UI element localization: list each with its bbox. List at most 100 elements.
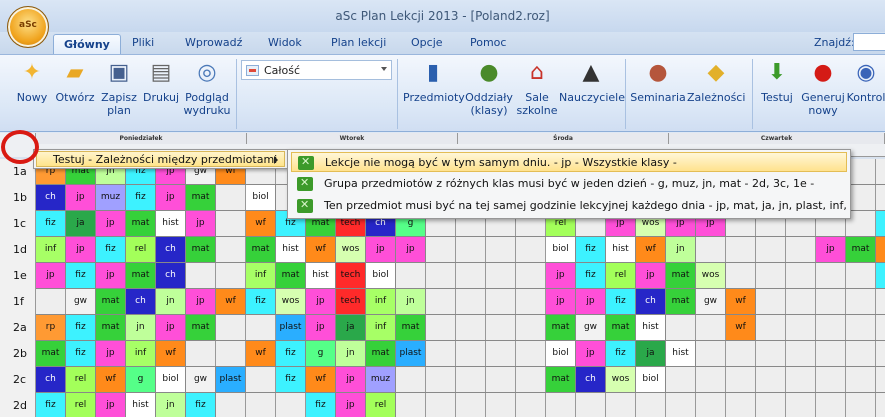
tab-widok[interactable]: Widok: [268, 36, 302, 49]
lesson-card[interactable]: mat: [396, 315, 426, 340]
tab-glowny[interactable]: Główny: [53, 34, 121, 55]
empty-slot[interactable]: [546, 393, 576, 417]
lesson-card[interactable]: inf: [366, 289, 396, 314]
lesson-card[interactable]: fiz: [606, 341, 636, 366]
empty-slot[interactable]: [516, 393, 546, 417]
empty-slot[interactable]: [486, 393, 516, 417]
empty-slot[interactable]: [726, 393, 756, 417]
lesson-card[interactable]: jp: [636, 263, 666, 288]
lesson-card[interactable]: inf: [126, 341, 156, 366]
lesson-card[interactable]: rel: [606, 263, 636, 288]
control-button[interactable]: ◉ Kontrol: [844, 57, 885, 104]
empty-slot[interactable]: [516, 315, 546, 340]
lesson-card[interactable]: fiz: [66, 341, 96, 366]
lesson-card[interactable]: jp: [576, 289, 606, 314]
empty-slot[interactable]: [816, 263, 846, 288]
application-orb-button[interactable]: aSc: [7, 6, 49, 48]
lesson-card[interactable]: g: [126, 367, 156, 392]
test-button[interactable]: ⬇ Testuj: [756, 57, 798, 104]
empty-slot[interactable]: [696, 315, 726, 340]
empty-slot[interactable]: [426, 237, 456, 262]
empty-slot[interactable]: [726, 237, 756, 262]
empty-slot[interactable]: [516, 237, 546, 262]
lesson-card[interactable]: jp: [96, 393, 126, 417]
lesson-card[interactable]: fiz: [606, 289, 636, 314]
lesson-card[interactable]: wf: [306, 237, 336, 262]
lesson-card[interactable]: jp: [336, 367, 366, 392]
empty-slot[interactable]: [216, 393, 246, 417]
empty-slot[interactable]: [486, 367, 516, 392]
lesson-card[interactable]: jp: [156, 185, 186, 210]
lesson-card[interactable]: ch: [36, 367, 66, 392]
lesson-card[interactable]: rel: [366, 393, 396, 417]
empty-slot[interactable]: [696, 393, 726, 417]
empty-slot[interactable]: [816, 367, 846, 392]
empty-slot[interactable]: [486, 315, 516, 340]
lesson-card[interactable]: rel: [66, 393, 96, 417]
empty-slot[interactable]: [216, 341, 246, 366]
new-button[interactable]: ✦ Nowy: [12, 57, 52, 104]
empty-slot[interactable]: [666, 367, 696, 392]
empty-slot[interactable]: [246, 393, 276, 417]
lesson-card[interactable]: jp: [546, 289, 576, 314]
scope-dropdown[interactable]: Całość: [241, 60, 392, 80]
lesson-card[interactable]: hist: [636, 315, 666, 340]
lesson-card[interactable]: fiz: [186, 393, 216, 417]
empty-slot[interactable]: [426, 393, 456, 417]
lesson-card[interactable]: hist: [666, 341, 696, 366]
tab-pomoc[interactable]: Pomoc: [470, 36, 506, 49]
tab-wprowadz[interactable]: Wprowadź: [185, 36, 242, 49]
empty-slot[interactable]: [426, 315, 456, 340]
lesson-card[interactable]: jn: [126, 315, 156, 340]
tab-pliki[interactable]: Pliki: [132, 36, 154, 49]
empty-slot[interactable]: [696, 367, 726, 392]
lesson-card[interactable]: mat: [96, 289, 126, 314]
lesson-card[interactable]: g: [306, 341, 336, 366]
rooms-button[interactable]: ⌂ Sale szkolne: [515, 57, 559, 117]
lesson-card[interactable]: muz: [366, 367, 396, 392]
empty-slot[interactable]: [456, 367, 486, 392]
lesson-card[interactable]: jp: [396, 237, 426, 262]
empty-slot[interactable]: [756, 393, 786, 417]
empty-slot[interactable]: [756, 237, 786, 262]
lesson-card[interactable]: mat: [666, 289, 696, 314]
empty-slot[interactable]: [246, 367, 276, 392]
lesson-card[interactable]: mat: [366, 341, 396, 366]
lesson-card[interactable]: wos: [276, 289, 306, 314]
lesson-card[interactable]: wf: [246, 211, 276, 236]
lesson-card[interactable]: mat: [666, 263, 696, 288]
lesson-card[interactable]: jn: [156, 393, 186, 417]
lesson-card[interactable]: jp: [816, 237, 846, 262]
empty-slot[interactable]: [456, 263, 486, 288]
empty-slot[interactable]: [486, 237, 516, 262]
empty-slot[interactable]: [516, 263, 546, 288]
empty-slot[interactable]: [876, 185, 885, 210]
empty-slot[interactable]: [216, 315, 246, 340]
lesson-card[interactable]: ja: [66, 211, 96, 236]
empty-slot[interactable]: [216, 211, 246, 236]
lesson-card[interactable]: fiz: [246, 289, 276, 314]
lesson-card[interactable]: fiz: [66, 263, 96, 288]
lesson-card[interactable]: jp: [36, 263, 66, 288]
lesson-card[interactable]: wf: [246, 341, 276, 366]
lesson-card[interactable]: jp: [66, 237, 96, 262]
empty-slot[interactable]: [426, 367, 456, 392]
lesson-card[interactable]: plast: [216, 367, 246, 392]
empty-slot[interactable]: [396, 263, 426, 288]
empty-slot[interactable]: [186, 263, 216, 288]
lesson-card[interactable]: hist: [606, 237, 636, 262]
lesson-card[interactable]: mat: [606, 315, 636, 340]
empty-slot[interactable]: [876, 159, 885, 184]
lesson-card[interactable]: ch: [156, 237, 186, 262]
empty-slot[interactable]: [756, 289, 786, 314]
lesson-card[interactable]: ch: [636, 289, 666, 314]
print-button[interactable]: ▤ Drukuj: [140, 57, 182, 104]
empty-slot[interactable]: [876, 393, 885, 417]
lesson-card[interactable]: wf: [156, 341, 186, 366]
empty-slot[interactable]: [756, 263, 786, 288]
lesson-card[interactable]: jp: [96, 263, 126, 288]
lesson-card[interactable]: jp: [336, 393, 366, 417]
submenu-item-same-day[interactable]: Lekcje nie mogą być w tym samym dniu. - …: [291, 152, 847, 172]
empty-slot[interactable]: [426, 263, 456, 288]
lesson-card[interactable]: ja: [636, 341, 666, 366]
